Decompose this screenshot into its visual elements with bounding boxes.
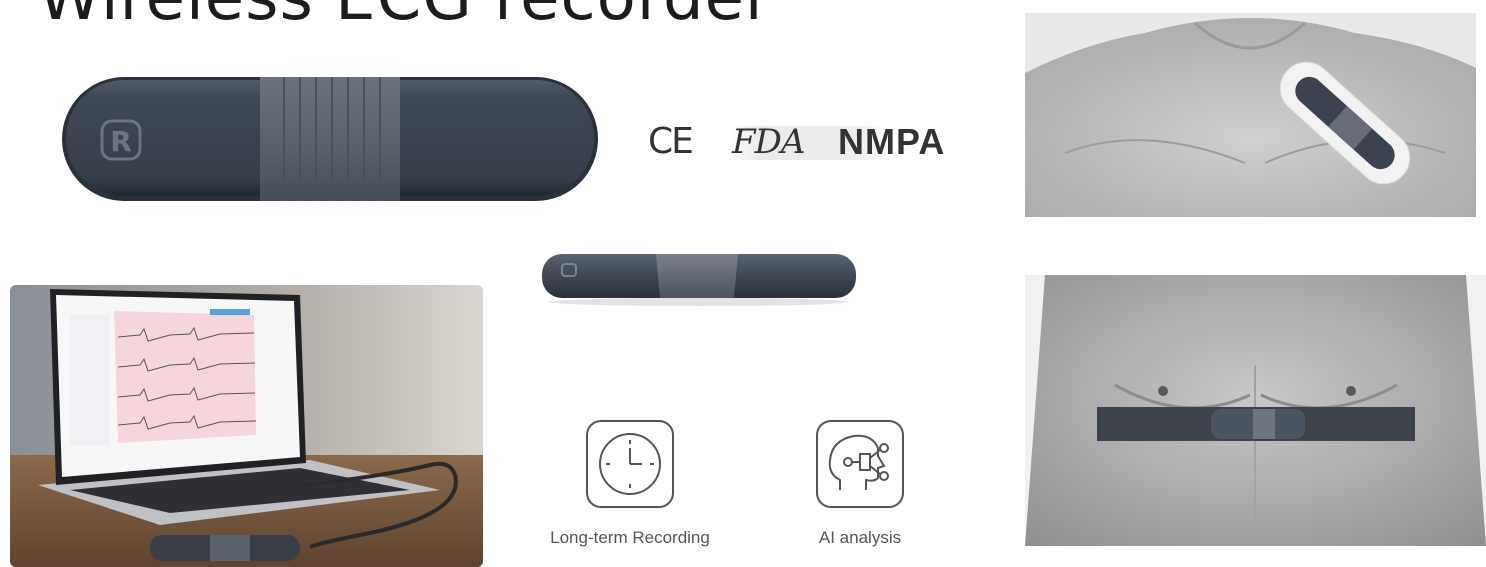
page-title: Wireless ECG recorder (38, 0, 772, 36)
feature-label: Long-term Recording (550, 528, 710, 547)
clock-icon (586, 420, 674, 508)
fda-logo: FDA (732, 122, 805, 162)
laptop-software-photo (10, 285, 483, 567)
nmpa-logo: NMPA (838, 121, 946, 162)
ecg-device-large-image: R (62, 77, 598, 201)
feature-ai-analysis: AI analysis (760, 418, 960, 548)
certification-logos: CE FDA NMPA (648, 118, 978, 166)
chest-strap-photo (1025, 275, 1486, 546)
ai-head-icon (816, 420, 904, 508)
chest-patch-photo (1025, 13, 1476, 217)
ce-mark: CE (648, 121, 694, 162)
device-logo-letter: R (110, 125, 132, 158)
ecg-device-small-image (542, 254, 856, 306)
feature-long-term-recording: Long-term Recording (530, 418, 730, 548)
feature-label: AI analysis (818, 528, 902, 547)
